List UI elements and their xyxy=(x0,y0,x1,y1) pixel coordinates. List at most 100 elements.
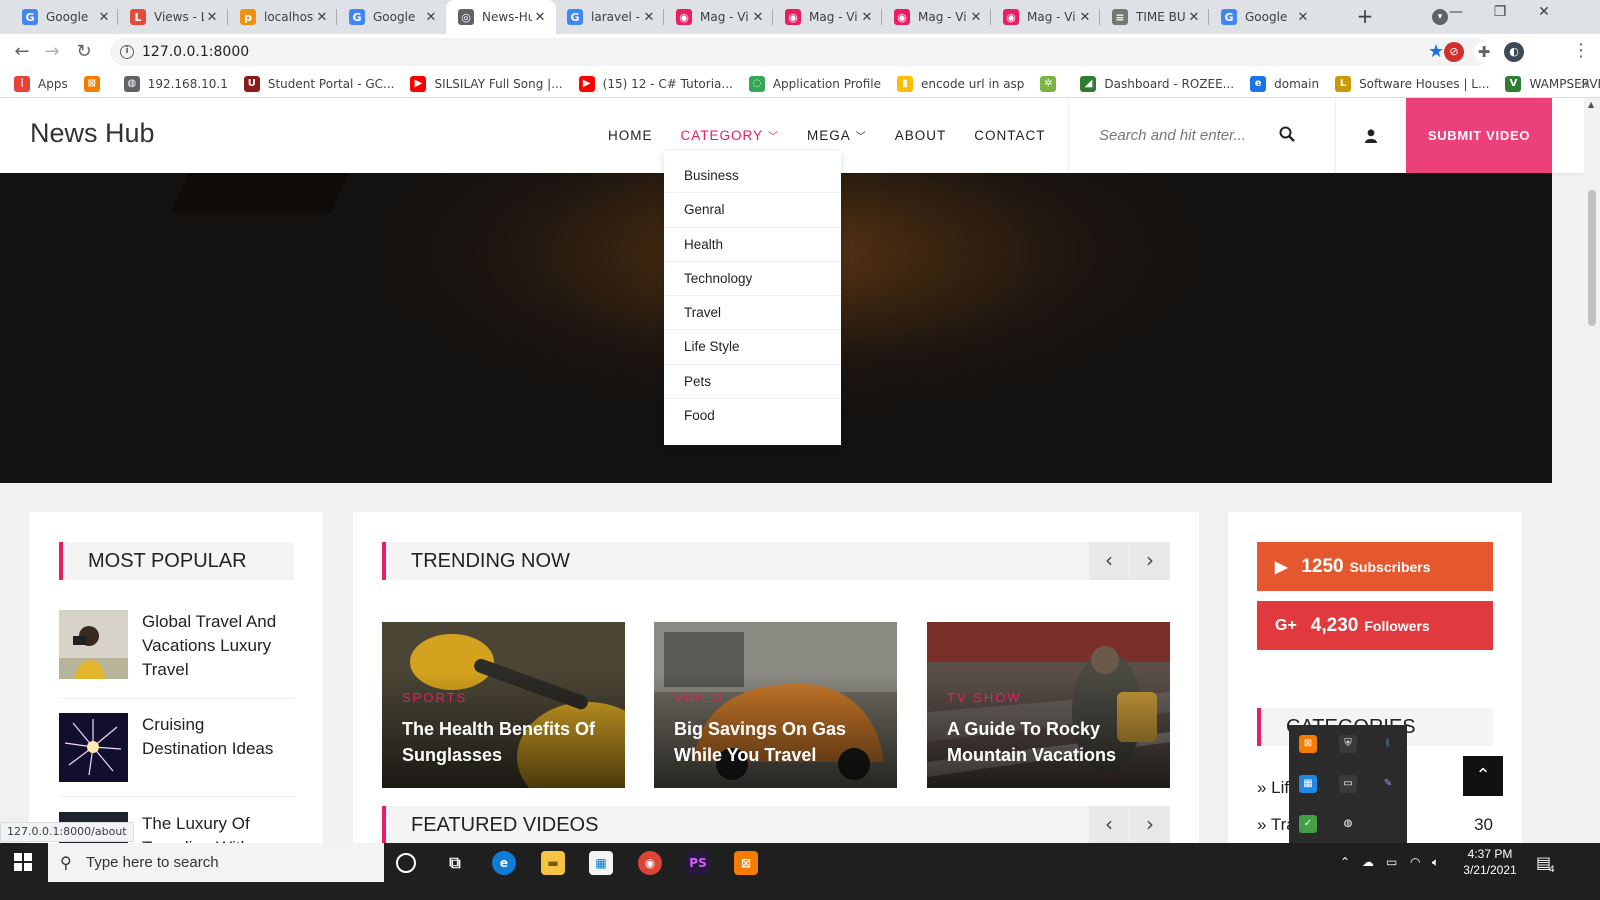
search-icon[interactable] xyxy=(1279,126,1295,142)
task-view-icon[interactable]: ⧉ xyxy=(443,851,467,875)
popular-thumbnail-image[interactable] xyxy=(59,713,128,782)
category-menu-item[interactable]: Health xyxy=(664,228,841,262)
browser-tab[interactable]: ◎ News-Hu ✕ xyxy=(446,0,556,34)
wifi-icon[interactable]: ◠ xyxy=(1410,855,1420,869)
show-hidden-icons[interactable]: ⌃ xyxy=(1340,855,1350,869)
trending-card-category[interactable]: TV SHOW xyxy=(947,690,1022,705)
youtube-subscribers-button[interactable]: ▶ 1250 Subscribers xyxy=(1257,542,1493,591)
trending-card-title[interactable]: The Health Benefits Of Sunglasses xyxy=(402,716,617,768)
taskbar-search-placeholder[interactable]: Type here to search xyxy=(86,854,219,871)
tab-close-icon[interactable]: ✕ xyxy=(750,10,766,25)
site-logo[interactable]: News Hub xyxy=(30,118,155,149)
popular-thumbnail-image[interactable] xyxy=(59,610,128,679)
back-to-top-button[interactable]: ⌃ xyxy=(1463,756,1503,796)
tab-title[interactable]: Google xyxy=(373,10,423,24)
site-info-icon[interactable]: i xyxy=(120,45,134,59)
bookmark-item[interactable]: ◍ 192.168.10.1 xyxy=(123,75,228,92)
address-bar[interactable]: i 127.0.0.1:8000 xyxy=(110,38,1490,66)
category-menu-item[interactable]: Food xyxy=(664,399,841,433)
bookmark-item[interactable]: ✲ xyxy=(1040,75,1064,92)
hp-tray-icon[interactable]: ◍ xyxy=(1339,815,1357,833)
onedrive-icon[interactable]: ☁ xyxy=(1362,855,1374,869)
bookmark-item[interactable]: ⋮ Apps xyxy=(14,75,68,92)
tab-close-icon[interactable]: ✕ xyxy=(968,10,984,25)
trending-card-category[interactable]: VIDEO xyxy=(674,690,724,705)
xampp-tray-icon[interactable]: ⊠ xyxy=(1299,735,1317,753)
category-menu-item[interactable]: Business xyxy=(664,159,841,194)
tab-close-icon[interactable]: ✕ xyxy=(204,10,220,25)
bookmarks-overflow-icon[interactable]: » xyxy=(1580,74,1590,93)
bookmark-item[interactable]: ▮ encode url in asp xyxy=(897,75,1024,92)
bookmark-label[interactable]: encode url in asp xyxy=(921,77,1024,91)
tab-title[interactable]: Mag - Vi xyxy=(700,10,750,24)
tab-close-icon[interactable]: ✕ xyxy=(1077,10,1093,25)
browser-tab[interactable]: ◉ Mag - Vi ✕ xyxy=(664,0,774,34)
bookmark-label[interactable]: SILSILAY Full Song |... xyxy=(434,77,562,91)
new-tab-button[interactable]: + xyxy=(1354,6,1376,28)
trending-card[interactable]: VIDEO Big Savings On Gas While You Trave… xyxy=(654,622,897,788)
category-menu-item[interactable]: Travel xyxy=(664,296,841,331)
browser-tab[interactable]: G Google ✕ xyxy=(10,0,120,34)
trending-card[interactable]: SPORTS The Health Benefits Of Sunglasses xyxy=(382,622,625,788)
forward-icon[interactable]: → xyxy=(40,40,64,64)
sync-tray-icon[interactable]: ✓ xyxy=(1299,815,1317,833)
site-search-input[interactable] xyxy=(1099,127,1269,144)
store-icon[interactable]: ▦ xyxy=(589,851,613,875)
tab-close-icon[interactable]: ✕ xyxy=(423,10,439,25)
bookmark-item[interactable]: ⊠ xyxy=(83,75,108,92)
bookmark-item[interactable]: ▶ (15) 12 - C# Tutoria... xyxy=(578,75,733,92)
bookmark-label[interactable]: Application Profile xyxy=(773,77,881,91)
page-scrollbar[interactable]: ▲ ▼ xyxy=(1584,98,1600,860)
bookmark-label[interactable]: 192.168.10.1 xyxy=(148,77,228,91)
trending-card-title[interactable]: Big Savings On Gas While You Travel xyxy=(674,716,889,768)
extensions-puzzle-icon[interactable]: ✚ xyxy=(1474,42,1494,62)
category-menu-item[interactable]: Technology xyxy=(664,262,841,297)
bluetooth-tray-icon[interactable]: ᛒ xyxy=(1379,735,1397,753)
restore-icon[interactable]: ❐ xyxy=(1480,4,1520,28)
scroll-up-icon[interactable]: ▲ xyxy=(1588,100,1594,109)
browser-tab[interactable]: Glaravel - ✕ xyxy=(555,0,665,34)
bookmark-item[interactable]: U Student Portal - GC... xyxy=(243,75,395,92)
phpstorm-icon[interactable]: PS xyxy=(686,851,710,875)
bookmark-item[interactable]: ▶ SILSILAY Full Song |... xyxy=(410,75,563,92)
bookmark-label[interactable]: domain xyxy=(1274,77,1319,91)
volume-icon[interactable]: 🔈︎ xyxy=(1432,855,1439,870)
nav-category[interactable]: CATEGORY ﹀ xyxy=(681,128,780,143)
submit-video-button[interactable]: SUBMIT VIDEO xyxy=(1406,98,1552,173)
nav-mega[interactable]: MEGA ﹀ xyxy=(807,128,867,143)
bookmark-item[interactable]: ◢ Dashboard - ROZEE... xyxy=(1080,75,1234,92)
nav-label[interactable]: CONTACT xyxy=(974,128,1045,143)
trending-prev-button[interactable]: ‹ xyxy=(1089,542,1129,580)
tab-close-icon[interactable]: ✕ xyxy=(314,10,330,25)
tab-close-icon[interactable]: ✕ xyxy=(1186,10,1202,25)
google-plus-followers-button[interactable]: G+ 4,230 Followers xyxy=(1257,601,1493,650)
bookmark-label[interactable]: Student Portal - GC... xyxy=(268,77,395,91)
popular-item-title[interactable]: Cruising Destination Ideas xyxy=(142,713,294,782)
tab-title[interactable]: Google xyxy=(1245,10,1295,24)
file-explorer-icon[interactable]: ▬ xyxy=(541,851,565,875)
popular-item-title[interactable]: Global Travel And Vacations Luxury Trave… xyxy=(142,610,294,682)
bookmark-star-icon[interactable]: ★ xyxy=(1428,41,1444,62)
bookmark-item[interactable]: ◌ Application Profile xyxy=(748,75,881,92)
nav-home[interactable]: HOME xyxy=(608,128,653,143)
pen-tray-icon[interactable]: ✎ xyxy=(1379,775,1397,793)
tab-title[interactable]: Google xyxy=(46,10,96,24)
chevron-down-icon[interactable]: ﹀ xyxy=(768,128,779,143)
tab-title[interactable]: laravel - xyxy=(591,10,641,24)
featured-prev-button[interactable]: ‹ xyxy=(1089,806,1129,844)
reload-icon[interactable]: ↻ xyxy=(72,40,96,64)
taskbar-search-box[interactable]: ⚲ Type here to search xyxy=(48,843,384,882)
category-menu-item[interactable]: Genral xyxy=(664,193,841,228)
edge-icon[interactable]: e xyxy=(492,851,516,875)
adblock-extension-icon[interactable]: ⊘ xyxy=(1444,42,1464,62)
cortana-icon[interactable] xyxy=(396,853,416,873)
tab-title[interactable]: Views - L xyxy=(154,10,204,24)
popular-item[interactable]: Global Travel And Vacations Luxury Trave… xyxy=(59,610,294,682)
browser-tab[interactable]: ≡ TIME BU ✕ xyxy=(1100,0,1210,34)
windows-start-icon[interactable] xyxy=(14,853,32,871)
tab-close-icon[interactable]: ✕ xyxy=(1295,10,1311,25)
category-menu-item[interactable]: Pets xyxy=(664,365,841,400)
nav-contact[interactable]: CONTACT xyxy=(974,128,1045,143)
popular-item[interactable]: Cruising Destination Ideas xyxy=(59,713,294,782)
bookmark-label[interactable]: Software Houses | L... xyxy=(1359,77,1489,91)
